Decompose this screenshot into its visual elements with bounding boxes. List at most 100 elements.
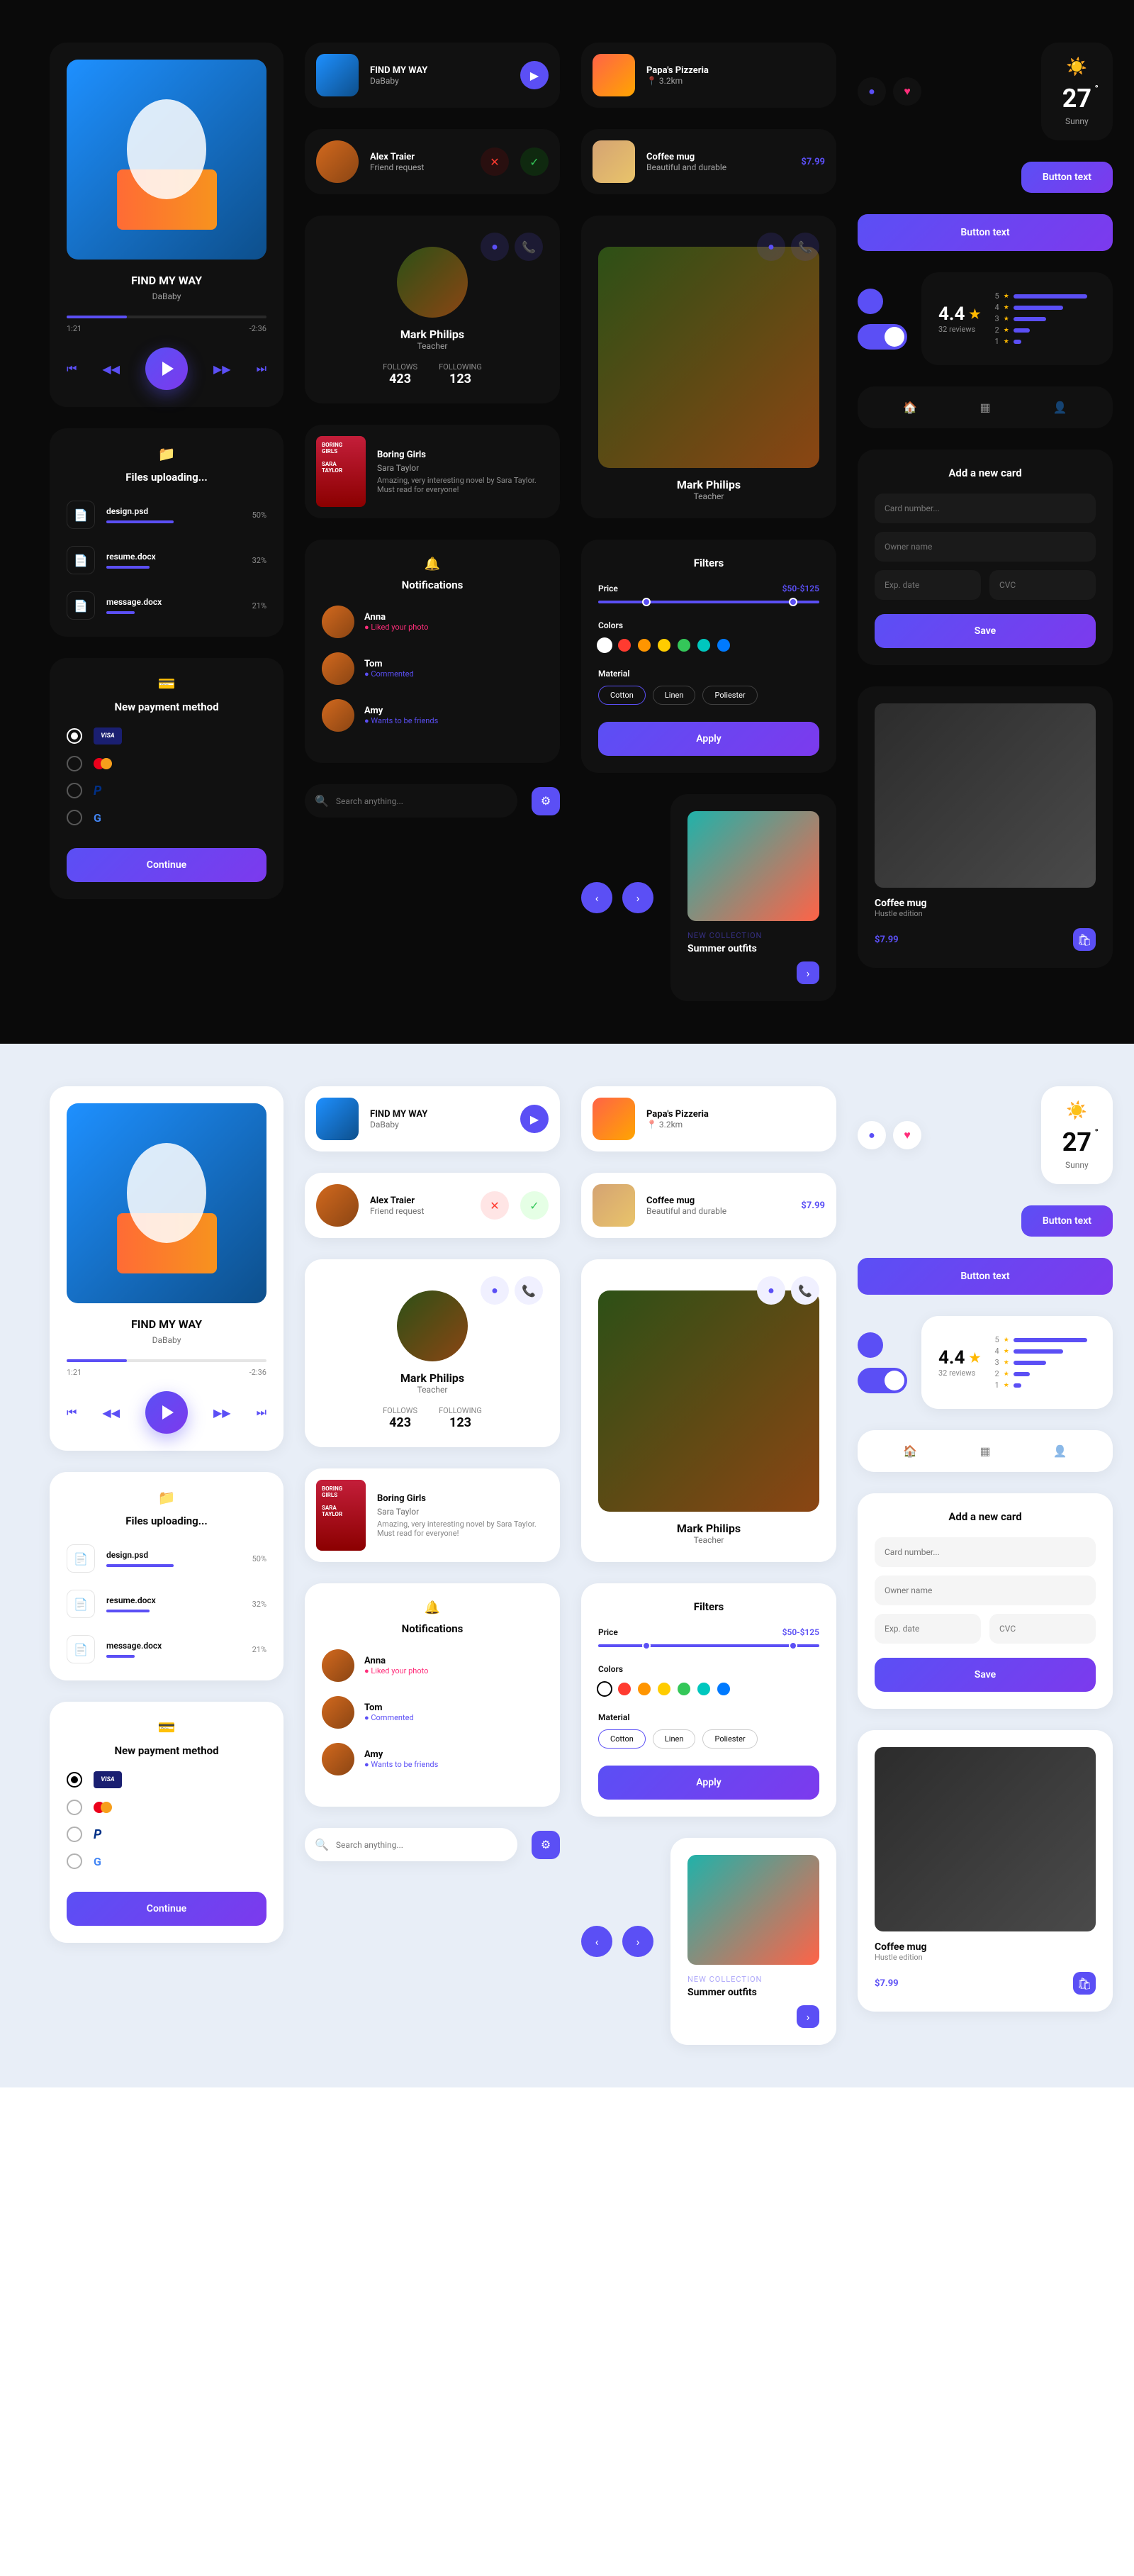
home-icon[interactable]: 🏠 [903, 401, 917, 414]
phone-icon[interactable]: 📞 [515, 233, 543, 261]
color-swatch[interactable] [638, 1683, 651, 1695]
search-input[interactable] [336, 1840, 507, 1850]
color-swatch[interactable] [598, 639, 611, 652]
play-button[interactable] [145, 1391, 188, 1434]
rewind-icon[interactable]: ◀◀ [102, 362, 120, 376]
color-swatch[interactable] [658, 639, 670, 652]
payment-option-paypal[interactable]: P [67, 1827, 266, 1842]
next-arrow[interactable]: › [622, 882, 653, 913]
color-swatch[interactable] [717, 1683, 730, 1695]
grid-icon[interactable]: ▦ [979, 1444, 990, 1458]
radio-on[interactable] [858, 289, 883, 314]
cvc-input[interactable] [989, 570, 1096, 600]
notification-item[interactable]: Amy● Wants to be friends [322, 1743, 543, 1775]
home-icon[interactable]: 🏠 [903, 1444, 917, 1458]
progress-bar[interactable] [67, 316, 266, 318]
payment-option-visa[interactable]: VISA [67, 727, 266, 745]
notification-item[interactable]: Amy● Wants to be friends [322, 699, 543, 732]
prev-arrow[interactable]: ‹ [581, 1926, 612, 1957]
prev-track-icon[interactable]: ⏮ [67, 362, 77, 376]
heart-icon[interactable]: ♥ [893, 77, 921, 106]
material-chip[interactable]: Poliester [702, 686, 757, 705]
toggle-switch[interactable] [858, 324, 907, 350]
owner-name-input[interactable] [875, 1576, 1096, 1605]
rewind-icon[interactable]: ◀◀ [102, 1406, 120, 1420]
profile-icon[interactable]: 👤 [1053, 1444, 1067, 1458]
prev-arrow[interactable]: ‹ [581, 882, 612, 913]
card-number-input[interactable] [875, 1537, 1096, 1567]
accept-button[interactable]: ✓ [520, 1191, 549, 1220]
button-large[interactable]: Button text [858, 1258, 1113, 1295]
color-swatch[interactable] [598, 1683, 611, 1695]
payment-option-mastercard[interactable] [67, 756, 266, 771]
view-collection-button[interactable]: › [797, 2005, 819, 2028]
phone-icon[interactable]: 📞 [515, 1276, 543, 1305]
button-small[interactable]: Button text [1021, 162, 1113, 193]
add-to-cart-button[interactable]: 🛍 [1073, 1972, 1096, 1995]
grid-icon[interactable]: ▦ [979, 401, 990, 414]
radio-on[interactable] [858, 1332, 883, 1358]
next-arrow[interactable]: › [622, 1926, 653, 1957]
material-chip[interactable]: Cotton [598, 1729, 646, 1749]
material-chip[interactable]: Linen [653, 686, 696, 705]
play-button[interactable] [145, 347, 188, 390]
payment-option-visa[interactable]: VISA [67, 1771, 266, 1788]
phone-icon[interactable]: 📞 [791, 233, 819, 261]
mini-play-button[interactable]: ▶ [520, 1105, 549, 1133]
restaurant-card[interactable]: Papa's Pizzeria📍 3.2km [581, 43, 836, 108]
accept-button[interactable]: ✓ [520, 147, 549, 176]
camera-icon[interactable]: ● [481, 233, 509, 261]
exp-date-input[interactable] [875, 570, 981, 600]
forward-icon[interactable]: ▶▶ [213, 1406, 231, 1420]
payment-option-google[interactable]: G [67, 810, 266, 825]
button-large[interactable]: Button text [858, 214, 1113, 251]
color-swatch[interactable] [678, 639, 690, 652]
payment-option-paypal[interactable]: P [67, 783, 266, 798]
notification-item[interactable]: Tom● Commented [322, 1696, 543, 1729]
color-swatch[interactable] [717, 639, 730, 652]
product-card[interactable]: Coffee mugBeautiful and durable $7.99 [581, 129, 836, 194]
color-swatch[interactable] [697, 639, 710, 652]
reject-button[interactable]: ✕ [481, 147, 509, 176]
like-icon[interactable]: ● [858, 1121, 886, 1149]
save-button[interactable]: Save [875, 614, 1096, 648]
camera-icon[interactable]: ● [757, 1276, 785, 1305]
payment-option-mastercard[interactable] [67, 1800, 266, 1815]
price-slider[interactable] [598, 1644, 819, 1647]
color-swatch[interactable] [697, 1683, 710, 1695]
notification-item[interactable]: Tom● Commented [322, 652, 543, 685]
card-number-input[interactable] [875, 494, 1096, 523]
camera-icon[interactable]: ● [757, 233, 785, 261]
camera-icon[interactable]: ● [481, 1276, 509, 1305]
material-chip[interactable]: Cotton [598, 686, 646, 705]
save-button[interactable]: Save [875, 1658, 1096, 1692]
payment-option-google[interactable]: G [67, 1853, 266, 1869]
reject-button[interactable]: ✕ [481, 1191, 509, 1220]
owner-name-input[interactable] [875, 532, 1096, 562]
notification-item[interactable]: Anna● Liked your photo [322, 606, 543, 638]
mini-play-button[interactable]: ▶ [520, 61, 549, 89]
like-icon[interactable]: ● [858, 77, 886, 106]
progress-bar[interactable] [67, 1359, 266, 1362]
cvc-input[interactable] [989, 1614, 1096, 1644]
profile-icon[interactable]: 👤 [1053, 401, 1067, 414]
toggle-switch[interactable] [858, 1368, 907, 1393]
continue-button[interactable]: Continue [67, 848, 266, 882]
material-chip[interactable]: Poliester [702, 1729, 757, 1749]
product-card[interactable]: Coffee mugBeautiful and durable $7.99 [581, 1173, 836, 1238]
continue-button[interactable]: Continue [67, 1892, 266, 1926]
next-track-icon[interactable]: ⏭ [257, 1405, 266, 1420]
color-swatch[interactable] [618, 639, 631, 652]
color-swatch[interactable] [638, 639, 651, 652]
notification-item[interactable]: Anna● Liked your photo [322, 1649, 543, 1682]
color-swatch[interactable] [678, 1683, 690, 1695]
view-collection-button[interactable]: › [797, 961, 819, 984]
color-swatch[interactable] [618, 1683, 631, 1695]
prev-track-icon[interactable]: ⏮ [67, 1405, 77, 1420]
settings-button[interactable]: ⚙ [532, 787, 560, 815]
add-to-cart-button[interactable]: 🛍 [1073, 928, 1096, 951]
color-swatch[interactable] [658, 1683, 670, 1695]
search-input[interactable] [336, 796, 507, 806]
apply-button[interactable]: Apply [598, 722, 819, 756]
next-track-icon[interactable]: ⏭ [257, 362, 266, 376]
